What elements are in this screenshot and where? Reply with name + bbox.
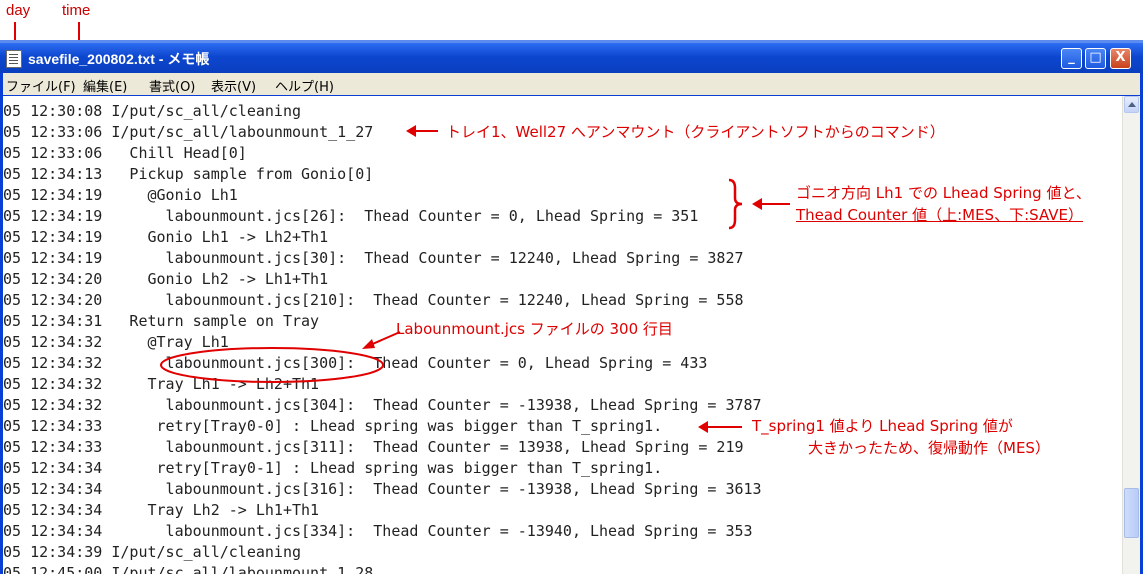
menu-file[interactable]: ファイル(F) bbox=[6, 76, 76, 95]
log-line: 05 12:33:06 I/put/sc_all/labounmount_1_2… bbox=[3, 123, 374, 141]
log-line: 05 12:33:06 Chill Head[0] bbox=[3, 144, 247, 162]
log-line: 05 12:34:32 labounmount.jcs[304]: Thead … bbox=[3, 396, 762, 414]
scroll-thumb[interactable] bbox=[1124, 488, 1139, 538]
notepad-icon bbox=[6, 50, 22, 68]
time-label: time bbox=[62, 2, 91, 19]
menu-format[interactable]: 書式(O) bbox=[149, 76, 195, 95]
log-line: 05 12:34:33 retry[Tray0-0] : Lhead sprin… bbox=[3, 417, 663, 435]
scroll-up-arrow-icon[interactable] bbox=[1124, 96, 1139, 113]
log-line: 05 12:34:34 retry[Tray0-1] : Lhead sprin… bbox=[3, 459, 663, 477]
gonio-brace bbox=[728, 178, 743, 230]
log-line: 05 12:34:34 labounmount.jcs[334]: Thead … bbox=[3, 522, 753, 540]
menu-help[interactable]: ヘルプ(H) bbox=[275, 76, 334, 95]
gonio-note-line1: ゴニオ方向 Lh1 での Lhead Spring 値と、 bbox=[796, 184, 1091, 202]
log-line: 05 12:34:20 labounmount.jcs[210]: Thead … bbox=[3, 291, 744, 309]
maximize-button[interactable]: □ bbox=[1085, 48, 1106, 69]
day-label: day bbox=[6, 2, 31, 19]
log-line: 05 12:34:33 labounmount.jcs[311]: Thead … bbox=[3, 438, 744, 456]
vertical-scrollbar[interactable] bbox=[1122, 96, 1140, 574]
log-line: 05 12:34:19 Gonio Lh1 -> Lh2+Th1 bbox=[3, 228, 329, 246]
gonio-arrow bbox=[752, 198, 790, 210]
menu-bar: ファイル(F) 編集(E) 書式(O) 表示(V) ヘルプ(H) bbox=[3, 73, 1140, 95]
log-line: 05 12:34:34 Tray Lh2 -> Lh1+Th1 bbox=[3, 501, 320, 519]
log-line: 05 12:34:19 labounmount.jcs[30]: Thead C… bbox=[3, 249, 744, 267]
line300-note: Labounmount.jcs ファイルの 300 行目 bbox=[396, 320, 673, 338]
log-line: 05 12:34:34 labounmount.jcs[316]: Thead … bbox=[3, 480, 762, 498]
menu-edit[interactable]: 編集(E) bbox=[83, 76, 127, 95]
unmount-arrow bbox=[406, 125, 438, 137]
close-button[interactable]: X bbox=[1110, 48, 1131, 69]
retry-note-line1: T_spring1 値より Lhead Spring 値が bbox=[752, 417, 1013, 435]
log-line: 05 12:34:19 labounmount.jcs[26]: Thead C… bbox=[3, 207, 699, 225]
log-line: 05 12:34:31 Return sample on Tray bbox=[3, 312, 320, 330]
log-line: 05 12:45:00 I/put/sc_all/labounmount_1_2… bbox=[3, 564, 374, 574]
title-bar[interactable]: savefile_200802.txt - メモ帳 _ □ X bbox=[0, 43, 1143, 73]
log-line: 05 12:34:39 I/put/sc_all/cleaning bbox=[3, 543, 302, 561]
minimize-button[interactable]: _ bbox=[1061, 48, 1082, 69]
log-line: 05 12:34:13 Pickup sample from Gonio[0] bbox=[3, 165, 374, 183]
line300-ellipse bbox=[160, 347, 384, 383]
window-title: savefile_200802.txt - メモ帳 bbox=[28, 51, 210, 67]
unmount-note: トレイ1、Well27 へアンマウント（クライアントソフトからのコマンド） bbox=[446, 123, 945, 141]
log-line: 05 12:34:19 @Gonio Lh1 bbox=[3, 186, 238, 204]
retry-arrow bbox=[698, 421, 742, 433]
retry-note-line2: 大きかったため、復帰動作（MES） bbox=[808, 439, 1050, 457]
menu-view[interactable]: 表示(V) bbox=[211, 76, 256, 95]
log-line: 05 12:30:08 I/put/sc_all/cleaning bbox=[3, 102, 302, 120]
log-line: 05 12:34:20 Gonio Lh2 -> Lh1+Th1 bbox=[3, 270, 329, 288]
gonio-note-line2: Thead Counter 値（上:MES、下:SAVE） bbox=[796, 206, 1083, 224]
